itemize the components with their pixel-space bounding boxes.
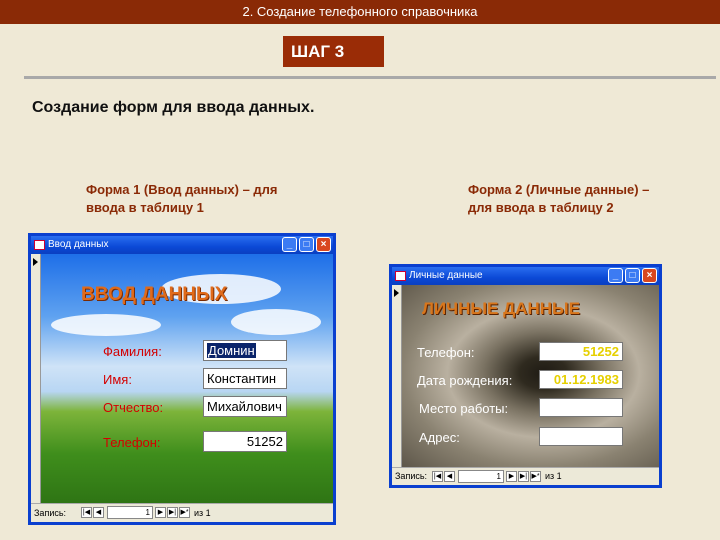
nav-label: Запись: xyxy=(34,508,67,518)
workplace-field[interactable] xyxy=(539,398,623,417)
form-body: ВВОД ДАННЫХ Фамилия: Домнин Имя: Констан… xyxy=(41,254,333,504)
birthdate-field[interactable]: 01.12.1983 xyxy=(539,370,623,389)
window-data-entry: Ввод данных _ □ × ВВОД ДАННЫХ Фамилия: Д… xyxy=(28,233,336,525)
last-record-icon[interactable]: ▶| xyxy=(518,471,529,482)
prev-record-icon[interactable]: ◀ xyxy=(93,507,104,518)
record-selector[interactable] xyxy=(392,285,402,468)
patronymic-field[interactable]: Михайлович xyxy=(203,396,287,417)
prev-record-icon[interactable]: ◀ xyxy=(444,471,455,482)
phone-field[interactable]: 51252 xyxy=(539,342,623,361)
minimize-icon[interactable]: _ xyxy=(282,237,297,252)
window-title: Ввод данных xyxy=(48,239,109,250)
field-label: Место работы: xyxy=(419,401,509,416)
record-pointer-icon xyxy=(394,289,399,297)
next-record-icon[interactable]: ▶ xyxy=(155,507,166,518)
window-titlebar[interactable]: Ввод данных _ □ × xyxy=(31,236,333,254)
phone-field[interactable]: 51252 xyxy=(203,431,287,452)
minimize-icon[interactable]: _ xyxy=(608,268,623,283)
record-selector[interactable] xyxy=(31,254,41,504)
next-record-icon[interactable]: ▶ xyxy=(506,471,517,482)
divider xyxy=(24,76,716,79)
field-label: Дата рождения: xyxy=(417,373,513,388)
name-field[interactable]: Константин xyxy=(203,368,287,389)
form-title: ВВОД ДАННЫХ xyxy=(81,284,228,305)
nav-label: Запись: xyxy=(395,471,428,481)
maximize-icon[interactable]: □ xyxy=(299,237,314,252)
header-title: 2. Создание телефонного справочника xyxy=(242,4,478,19)
page-heading: Создание форм для ввода данных. xyxy=(32,99,315,116)
form-body: ЛИЧНЫЕ ДАННЫЕ Телефон: 51252 Дата рожден… xyxy=(402,285,659,468)
cloud-decoration xyxy=(231,309,321,335)
caption-form1: Форма 1 (Ввод данных) – для ввода в табл… xyxy=(86,182,278,215)
field-label: Отчество: xyxy=(103,400,164,415)
surname-field[interactable]: Домнин xyxy=(203,340,287,361)
field-label: Телефон: xyxy=(417,345,475,360)
record-count: из 1 xyxy=(194,508,211,518)
new-record-icon[interactable]: ▶* xyxy=(530,471,541,482)
form-icon xyxy=(34,240,45,250)
form-icon xyxy=(395,271,406,281)
last-record-icon[interactable]: ▶| xyxy=(167,507,178,518)
record-number-input[interactable]: 1 xyxy=(458,470,504,483)
field-label: Адрес: xyxy=(419,430,460,445)
record-count: из 1 xyxy=(545,471,562,481)
cloud-decoration xyxy=(51,314,161,336)
field-label: Имя: xyxy=(103,372,132,387)
header-bar: 2. Создание телефонного справочника xyxy=(0,0,720,24)
window-titlebar[interactable]: Личные данные _ □ × xyxy=(392,267,659,285)
record-number-input[interactable]: 1 xyxy=(107,506,153,519)
caption-form2: Форма 2 (Личные данные) – для ввода в та… xyxy=(468,182,650,215)
window-title: Личные данные xyxy=(409,270,483,281)
address-field[interactable] xyxy=(539,427,623,446)
new-record-icon[interactable]: ▶* xyxy=(179,507,190,518)
first-record-icon[interactable]: |◀ xyxy=(81,507,92,518)
step-badge: ШАГ 3 xyxy=(283,36,384,67)
first-record-icon[interactable]: |◀ xyxy=(432,471,443,482)
maximize-icon[interactable]: □ xyxy=(625,268,640,283)
record-navigator: Запись: |◀ ◀ 1 ▶ ▶| ▶* из 1 xyxy=(31,503,333,522)
surname-value: Домнин xyxy=(207,343,256,358)
close-icon[interactable]: × xyxy=(642,268,657,283)
field-label: Телефон: xyxy=(103,435,161,450)
record-pointer-icon xyxy=(33,258,38,266)
close-icon[interactable]: × xyxy=(316,237,331,252)
form-title: ЛИЧНЫЕ ДАННЫЕ xyxy=(422,299,580,318)
window-personal-data: Личные данные _ □ × ЛИЧНЫЕ ДАННЫЕ Телефо… xyxy=(389,264,662,488)
field-label: Фамилия: xyxy=(103,344,162,359)
record-navigator: Запись: |◀ ◀ 1 ▶ ▶| ▶* из 1 xyxy=(392,467,659,485)
